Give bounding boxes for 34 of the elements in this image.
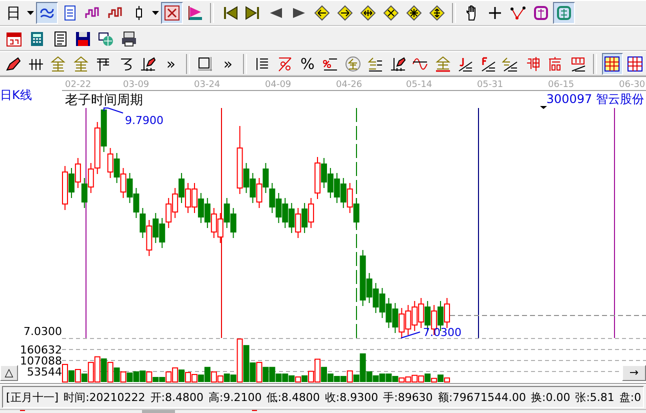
date-label: 04-26 — [336, 80, 362, 90]
status-field: 时间:20210222 — [64, 390, 146, 404]
volume-axis-label: 107088 — [20, 354, 62, 368]
toolbar-button[interactable]: » — [160, 52, 182, 74]
status-field: 收:8.9300 — [324, 390, 378, 404]
date-label: 05-14 — [406, 80, 432, 90]
scroll-right-button[interactable]: → — [622, 365, 646, 381]
status-field: 额:79671544.00 — [438, 390, 526, 404]
toolbar-button[interactable]: % — [296, 52, 318, 74]
toolbar-button[interactable]: 日 — [2, 2, 24, 24]
status-field: 盘:0 — [619, 390, 642, 404]
date-label: 05-31 — [477, 80, 504, 90]
date-label: 03-24 — [194, 80, 220, 90]
price-axis-label: 7.0300 — [24, 325, 62, 338]
date-label: 02-22 — [65, 80, 92, 90]
status-field: 手:89630 — [383, 390, 433, 404]
status-field: 开:8.4800 — [150, 390, 204, 404]
status-field: [正月十一] — [6, 390, 59, 404]
scroll-left-button[interactable]: △ — [0, 365, 18, 381]
period-label: 日K线 — [0, 88, 32, 102]
volume-axis-label: 160632 — [20, 344, 62, 356]
date-label: 03-09 — [123, 80, 150, 90]
volume-axis-label: 53544 — [27, 366, 62, 378]
stock-label: 300097 智云股份 — [546, 92, 644, 106]
toolbar-button[interactable]: » — [217, 52, 239, 74]
indicator-title: 老子时间周期 — [65, 93, 143, 108]
date-label: 04-09 — [265, 80, 292, 90]
status-field: 低:8.4800 — [266, 390, 320, 404]
status-field: 高:9.2100 — [208, 390, 262, 404]
date-label: 06-15 — [548, 80, 574, 90]
status-field: 张:5.81 — [575, 390, 614, 404]
high-price-label: 9.7900 — [125, 114, 164, 127]
date-label: 06-30 — [619, 80, 646, 90]
status-field: 换:0.00 — [531, 390, 570, 404]
